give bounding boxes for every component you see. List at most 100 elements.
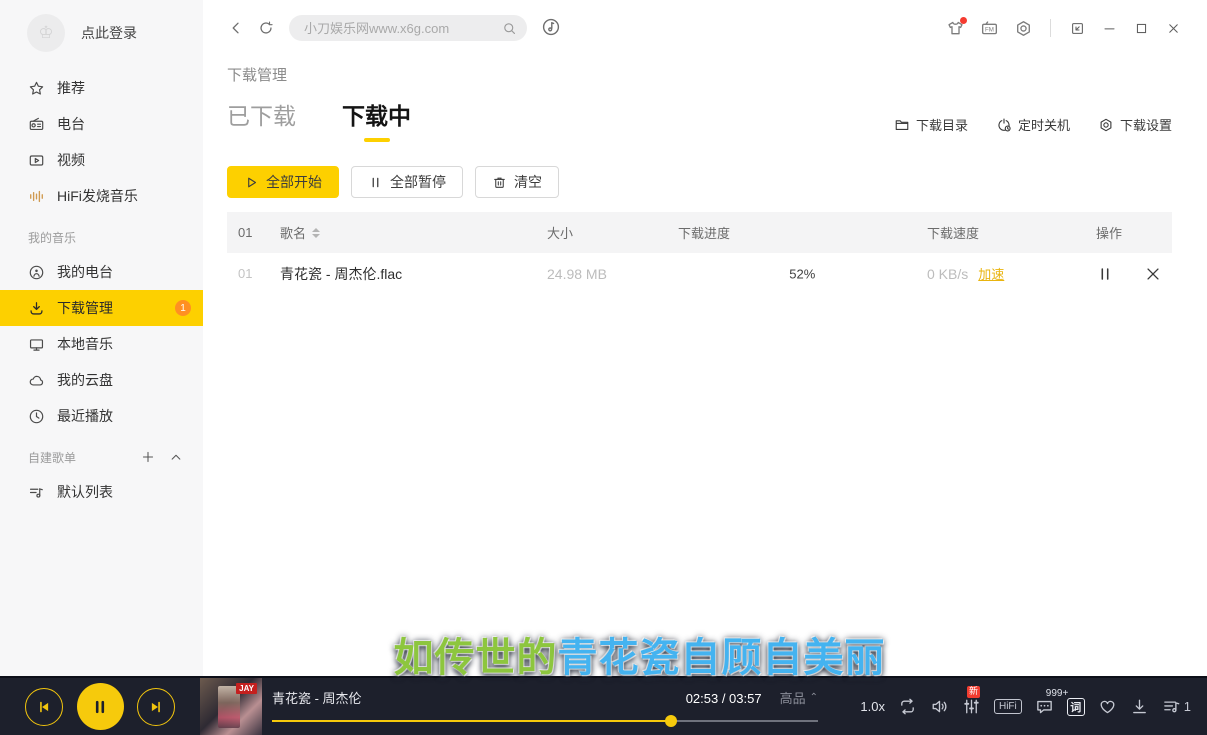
video-icon [28,152,45,169]
header-tools: 下载目录 定时关机 下载设置 [894,115,1172,142]
loop-mode-icon[interactable] [898,697,917,716]
folder-icon [894,117,910,133]
back-icon[interactable] [225,17,247,39]
download-table: 01 歌名 大小 下载进度 下载速度 操作 01 青花瓷 - 周杰伦.flac [227,212,1172,294]
sidebar-nav-my: 我的电台 下载管理 1 本地音乐 我的云盘 最近播放 [0,254,203,434]
quality-selector[interactable]: 高品 ⌃ [780,688,818,707]
accelerate-link[interactable]: 加速 [978,264,1004,283]
minimize-icon[interactable] [1093,15,1125,41]
tool-label: 下载设置 [1120,115,1172,134]
maximize-icon[interactable] [1125,15,1157,41]
fm-icon[interactable]: FM [972,15,1006,41]
tool-label: 定时关机 [1018,115,1070,134]
tab-downloaded[interactable]: 已下载 [227,97,296,142]
equalizer-icon[interactable]: 新 [962,697,981,716]
progress-label: 52% [789,266,815,281]
sidebar-item-default-playlist[interactable]: 默认列表 [0,474,203,510]
sidebar-item-download-manager[interactable]: 下载管理 1 [0,290,203,326]
time-display: 02:53 / 03:57 [686,691,762,706]
sidebar-item-label: 我的云盘 [57,370,113,390]
download-song-icon[interactable] [1130,697,1149,716]
topbar: FM [203,0,1207,56]
mini-mode-icon[interactable] [1061,15,1093,41]
button-label: 全部暂停 [390,172,446,192]
sidebar-item-recent-played[interactable]: 最近播放 [0,398,203,434]
play-pause-button[interactable] [77,683,124,730]
player-controls [0,683,200,730]
lyrics-toggle[interactable]: 词 [1067,698,1085,716]
table-row[interactable]: 01 青花瓷 - 周杰伦.flac 24.98 MB 52% 0 KB/s 加速 [227,253,1172,294]
collapse-playlists-icon[interactable] [169,450,183,464]
sidebar-item-label: 电台 [57,114,85,134]
seek-handle[interactable] [665,715,677,727]
avatar[interactable]: ♔ [27,14,65,52]
playback-speed[interactable]: 1.0x [860,699,885,714]
sidebar-item-my-radio[interactable]: 我的电台 [0,254,203,290]
sidebar-item-label: HiFi发烧音乐 [57,186,138,206]
pause-all-button[interactable]: 全部暂停 [351,166,463,198]
add-playlist-icon[interactable] [141,450,155,464]
now-playing-title[interactable]: 青花瓷 - 周杰伦 [272,688,686,707]
skin-icon[interactable] [938,15,972,41]
player-bar: JAY 青花瓷 - 周杰伦 02:53 / 03:57 高品 ⌃ 1.0x [0,676,1207,735]
tab-label: 已下载 [227,103,296,129]
download-settings-link[interactable]: 下载设置 [1098,115,1172,134]
timer-power-icon [996,117,1012,133]
play-queue-button[interactable]: 1 [1162,697,1191,716]
sidebar-nav-top: 推荐 电台 视频 HiFi发烧音乐 [0,70,203,214]
row-actions [1090,265,1172,283]
header-speed: 下载速度 [927,223,1090,242]
login-label[interactable]: 点此登录 [81,23,137,43]
pause-row-icon[interactable] [1096,265,1114,283]
section-label: 我的音乐 [28,229,76,246]
start-all-button[interactable]: 全部开始 [227,166,339,198]
close-icon[interactable] [1157,15,1189,41]
next-button[interactable] [137,688,175,726]
main-area: FM 下载管理 已下载 下载中 [203,0,1207,676]
settings-icon[interactable] [1006,15,1040,41]
music-recognition-icon[interactable] [541,17,563,39]
row-index: 01 [227,266,280,281]
tab-downloading[interactable]: 下载中 [342,97,411,142]
row-song-name: 青花瓷 - 周杰伦.flac [280,264,547,284]
download-directory-link[interactable]: 下载目录 [894,115,968,134]
sidebar-item-label: 最近播放 [57,406,113,426]
favorite-heart-icon[interactable] [1098,697,1117,716]
active-tab-underline [364,138,390,142]
clock-icon [28,408,45,425]
playlist-icon [28,484,45,501]
search-input[interactable] [304,21,502,36]
sidebar-item-cloud-drive[interactable]: 我的云盘 [0,362,203,398]
volume-icon[interactable] [930,697,949,716]
search-box [289,15,527,41]
sidebar: ♔ 点此登录 推荐 电台 视频 HiFi发烧音乐 [0,0,203,676]
login-area[interactable]: ♔ 点此登录 [0,12,203,54]
sidebar-item-radio[interactable]: 电台 [0,106,203,142]
search-icon[interactable] [502,21,517,36]
download-count-badge: 1 [175,300,191,316]
remove-row-icon[interactable] [1144,265,1162,283]
quality-label: 高品 [780,688,806,707]
seek-slider[interactable] [272,716,818,726]
sidebar-item-label: 视频 [57,150,85,170]
sidebar-item-video[interactable]: 视频 [0,142,203,178]
sidebar-item-recommend[interactable]: 推荐 [0,70,203,106]
chevron-up-icon: ⌃ [810,692,818,703]
sidebar-item-hifi[interactable]: HiFi发烧音乐 [0,178,203,214]
notification-dot [960,17,967,24]
tool-label: 下载目录 [916,115,968,134]
sort-icon[interactable] [312,228,320,238]
refresh-icon[interactable] [255,17,277,39]
scheduled-shutdown-link[interactable]: 定时关机 [996,115,1070,134]
album-badge: JAY [236,683,257,694]
radio-icon [28,116,45,133]
sidebar-item-local-music[interactable]: 本地音乐 [0,326,203,362]
hifi-toggle[interactable]: HiFi [994,699,1022,714]
content: 下载管理 已下载 下载中 下载目录 [203,56,1207,676]
comments-icon[interactable]: 999+ [1035,697,1054,716]
clear-button[interactable]: 清空 [475,166,559,198]
album-art[interactable]: JAY [200,678,262,735]
sidebar-item-label: 默认列表 [57,482,113,502]
previous-button[interactable] [25,688,63,726]
sidebar-item-label: 下载管理 [57,298,113,318]
